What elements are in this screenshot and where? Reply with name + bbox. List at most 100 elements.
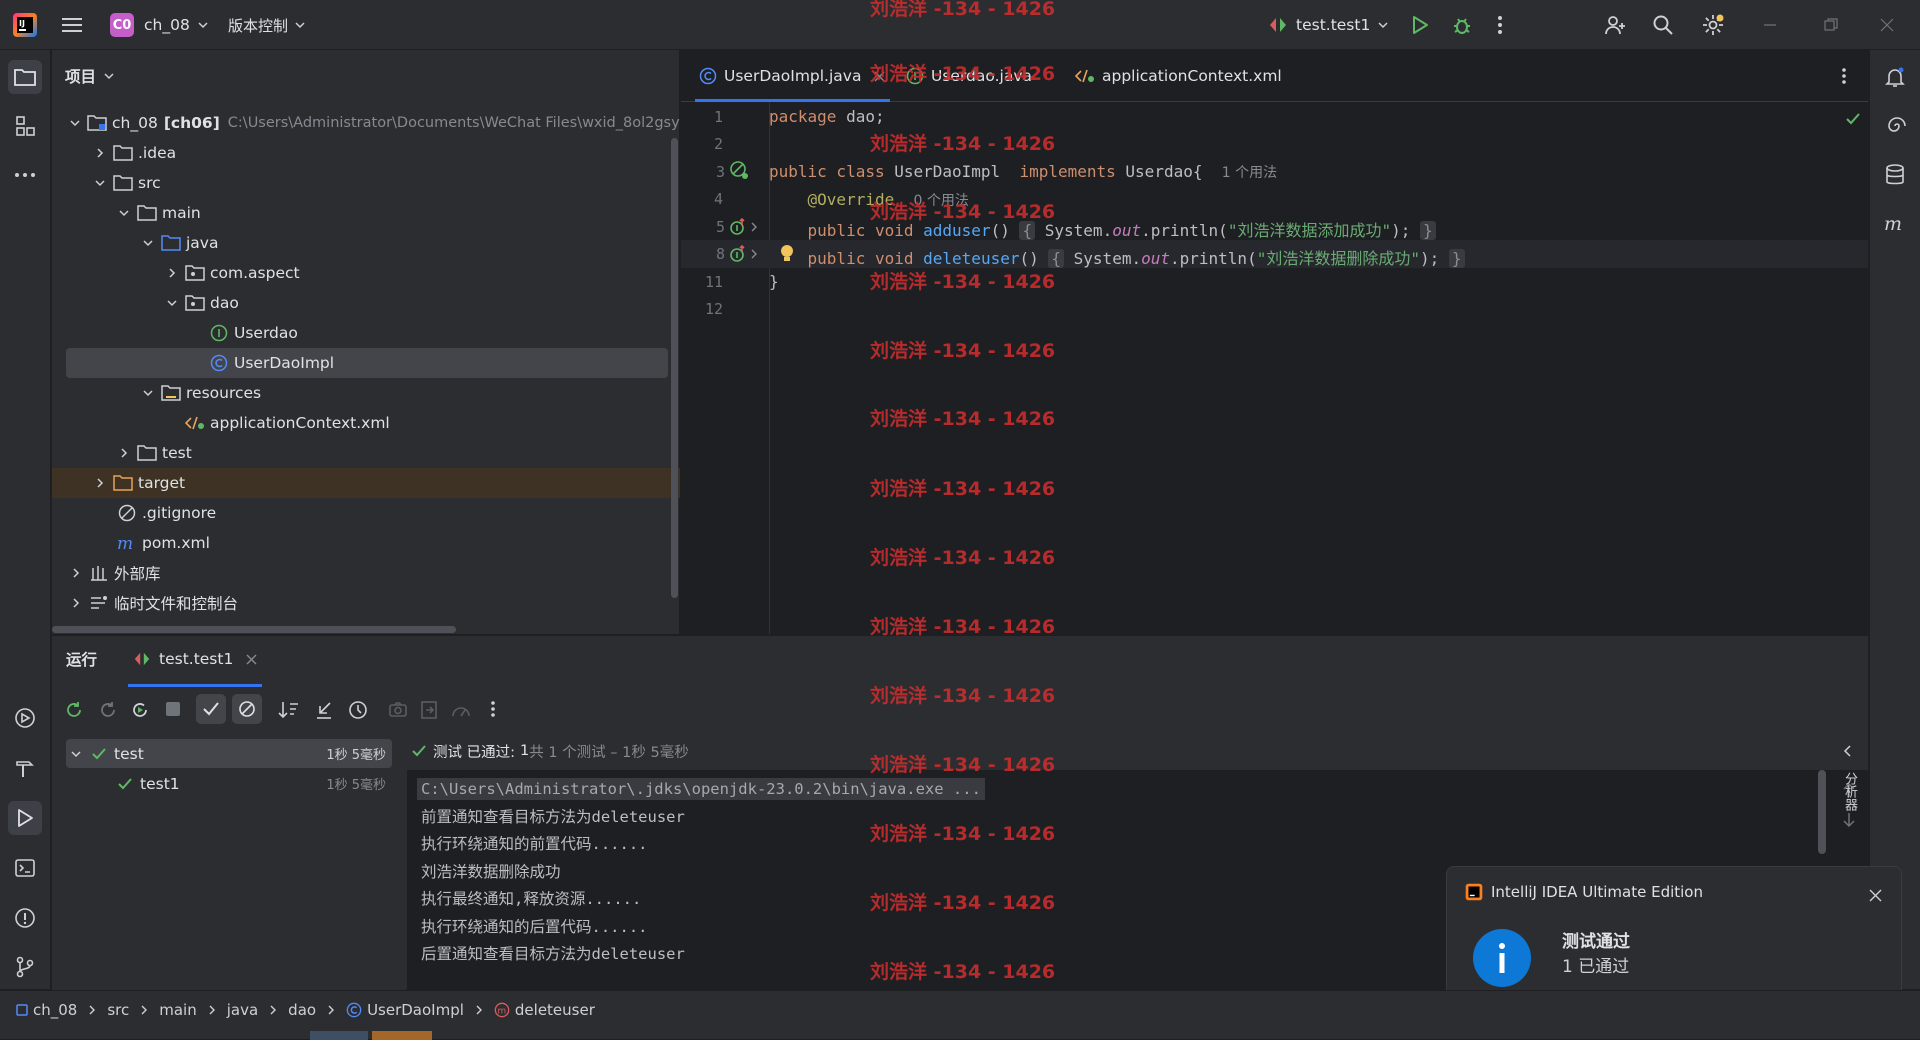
breadcrumb-item[interactable]: java <box>227 1001 258 1019</box>
close-icon[interactable] <box>1869 889 1882 902</box>
tree-node-ch08[interactable]: ch_08 [ch06] C:\Users\Administrator\Docu… <box>52 108 689 138</box>
show-passed-toggle[interactable] <box>196 694 226 724</box>
test-node-test[interactable]: test 1秒 5毫秒 <box>66 739 392 768</box>
notifications-tool-button[interactable] <box>1878 60 1912 94</box>
show-ignored-toggle[interactable] <box>232 694 262 724</box>
tab-userdaoimpl[interactable]: UserDaoImpl.java <box>699 50 885 102</box>
code-line-8[interactable]: public void deleteuser() { System.out.pr… <box>769 245 1465 269</box>
toggle-auto-test-icon[interactable] <box>130 700 150 720</box>
app-logo[interactable]: IJ <box>12 0 38 50</box>
project-switcher[interactable]: C0 ch_08 <box>110 0 209 50</box>
breadcrumb-item[interactable]: src <box>107 1001 129 1019</box>
breadcrumb: ch_08 src main java dao UserDaoImpl m de… <box>16 991 595 1029</box>
minimize-button[interactable] <box>1763 0 1777 50</box>
services-tool-button[interactable] <box>8 701 42 735</box>
ai-assistant-tool-button[interactable] <box>1878 109 1912 143</box>
breadcrumb-item[interactable]: UserDaoImpl <box>367 1001 464 1019</box>
code-line-11[interactable]: } <box>769 272 779 291</box>
tree-node-userdaoimpl[interactable]: UserDaoImpl <box>66 348 668 378</box>
console-command-line[interactable]: C:\Users\Administrator\.jdks\openjdk-23.… <box>417 778 985 800</box>
tree-node-com-aspect[interactable]: com.aspect <box>52 258 680 288</box>
tree-node-test[interactable]: test <box>52 438 680 468</box>
tree-node-resources[interactable]: resources <box>52 378 680 408</box>
vcs-menu[interactable]: 版本控制 <box>228 0 306 50</box>
tree-node-userdao[interactable]: Userdao <box>52 318 680 348</box>
stop-icon[interactable] <box>164 700 182 718</box>
database-tool-button[interactable] <box>1878 158 1912 192</box>
collapse-all-icon[interactable] <box>314 700 334 720</box>
code-line-5[interactable]: public void adduser() { System.out.print… <box>769 217 1436 241</box>
breadcrumb-item[interactable]: dao <box>288 1001 316 1019</box>
main-menu-button[interactable] <box>62 0 82 50</box>
maven-tool-button[interactable]: m <box>1878 207 1912 241</box>
tree-node-scratches[interactable]: 临时文件和控制台 <box>52 588 680 618</box>
tree-node-gitignore[interactable]: .gitignore <box>52 498 680 528</box>
tree-node-src[interactable]: src <box>52 168 680 198</box>
test-node-test1[interactable]: test1 1秒 5毫秒 <box>66 769 392 798</box>
search-button[interactable] <box>1652 0 1674 50</box>
close-window-button[interactable] <box>1880 0 1894 50</box>
tree-node-idea[interactable]: .idea <box>52 138 680 168</box>
fold-brace[interactable]: { <box>1019 221 1036 240</box>
usage-hint[interactable]: 1 个用法 <box>1222 165 1277 181</box>
tree-node-dao[interactable]: dao <box>52 288 680 318</box>
tabs-more-button[interactable] <box>1841 50 1847 102</box>
implements-gutter-icon[interactable] <box>728 217 748 237</box>
implements-gutter-icon[interactable] <box>728 244 748 264</box>
code-line-1[interactable]: package dao; <box>769 107 885 126</box>
fold-expand-icon[interactable] <box>749 221 759 233</box>
breadcrumb-item[interactable]: ch_08 <box>33 1001 77 1019</box>
horizontal-scrollbar[interactable] <box>52 626 456 633</box>
rerun-icon[interactable] <box>64 700 84 720</box>
build-tool-button[interactable] <box>8 751 42 785</box>
sort-icon[interactable] <box>278 700 300 720</box>
code-line-3[interactable]: public class UserDaoImpl implements User… <box>769 162 1277 182</box>
more-vertical-icon[interactable] <box>490 700 496 718</box>
tree-node-java[interactable]: java <box>52 228 680 258</box>
close-tab-icon[interactable] <box>246 654 257 665</box>
structure-tool-button[interactable] <box>8 109 42 143</box>
problems-tool-button[interactable] <box>8 901 42 935</box>
close-tab-icon[interactable] <box>874 71 885 82</box>
tree-node-target[interactable]: target <box>52 468 680 498</box>
breadcrumb-item[interactable]: main <box>159 1001 196 1019</box>
tab-userdao[interactable]: Userdao.java <box>906 50 1032 102</box>
fold-brace[interactable]: } <box>1420 221 1436 240</box>
more-actions-button[interactable] <box>1497 0 1503 50</box>
code-line-4[interactable]: @Override 0 个用法 <box>769 190 969 210</box>
camera-icon[interactable] <box>388 700 408 718</box>
rerun-failed-icon[interactable] <box>98 700 118 720</box>
vertical-scrollbar[interactable] <box>671 138 678 598</box>
coverage-icon[interactable] <box>450 700 472 720</box>
fold-brace[interactable]: { <box>1048 249 1065 268</box>
more-horizontal-icon <box>15 173 35 177</box>
tab-applicationcontext[interactable]: applicationContext.xml <box>1075 50 1282 102</box>
tree-node-main[interactable]: main <box>52 198 680 228</box>
run-config-selector[interactable]: test.test1 <box>1268 0 1389 50</box>
settings-button[interactable] <box>1701 0 1725 50</box>
fold-expand-icon[interactable] <box>749 248 759 260</box>
breadcrumb-item[interactable]: deleteuser <box>515 1001 595 1019</box>
project-panel-header[interactable]: 项目 <box>65 50 115 102</box>
more-tools-button[interactable] <box>8 158 42 192</box>
tree-node-pom[interactable]: m pom.xml <box>52 528 680 558</box>
history-clock-icon[interactable] <box>348 700 368 720</box>
run-button[interactable] <box>1410 0 1430 50</box>
git-tool-button[interactable] <box>8 950 42 984</box>
run-tab-test-test1[interactable]: test.test1 <box>132 636 257 682</box>
console-scrollbar[interactable] <box>1818 770 1826 854</box>
no-problems-check-icon[interactable] <box>1845 112 1861 126</box>
tree-node-applicationcontext[interactable]: applicationContext.xml <box>52 408 680 438</box>
code-with-me-button[interactable] <box>1603 0 1627 50</box>
run-tool-button[interactable] <box>8 801 42 835</box>
tree-node-external-libraries[interactable]: 外部库 <box>52 558 680 588</box>
usage-hint[interactable]: 0 个用法 <box>914 193 969 209</box>
export-icon[interactable] <box>420 700 438 720</box>
fold-brace[interactable]: } <box>1448 249 1465 268</box>
no-bean-gutter-icon[interactable] <box>729 160 751 182</box>
debug-button[interactable] <box>1451 0 1473 50</box>
result-count: 1 <box>520 743 530 759</box>
restore-button[interactable] <box>1824 0 1838 50</box>
terminal-tool-button[interactable] <box>8 851 42 885</box>
project-tool-button[interactable] <box>8 60 42 94</box>
